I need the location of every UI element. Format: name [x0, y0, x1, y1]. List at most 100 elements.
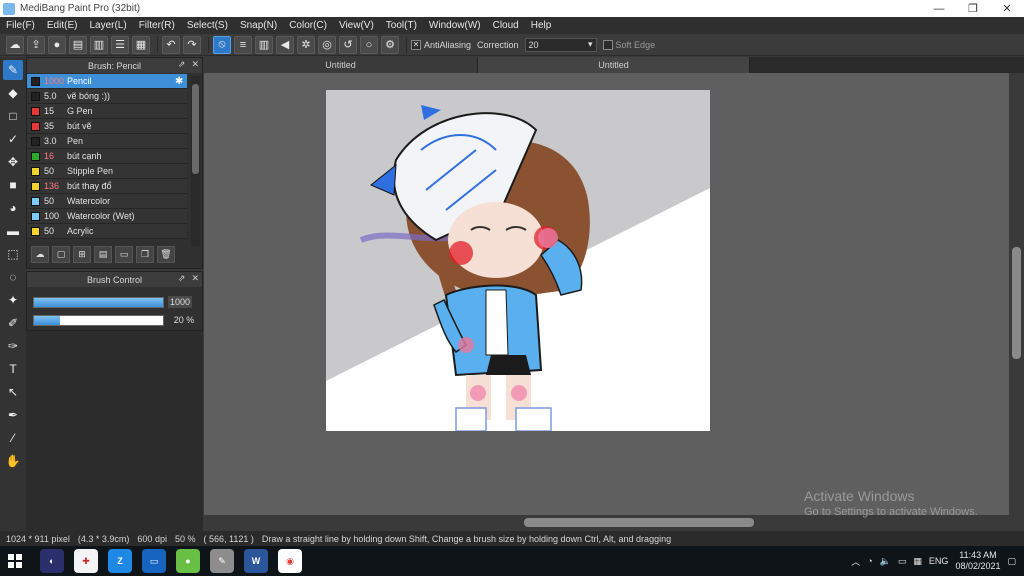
- volume-icon[interactable]: 🔈: [880, 556, 891, 567]
- menu-color[interactable]: Color(C): [289, 20, 327, 31]
- green-app-icon[interactable]: ●: [176, 549, 200, 573]
- snap-grid-icon[interactable]: ▥: [255, 35, 273, 54]
- add-brush-icon[interactable]: ⊞: [73, 245, 91, 263]
- rectangle-tool-icon[interactable]: □: [3, 106, 23, 126]
- close-icon[interactable]: ✕: [191, 273, 199, 284]
- gradient-tool-icon[interactable]: ▬: [3, 221, 23, 241]
- shape-tool-icon[interactable]: ■: [3, 175, 23, 195]
- move-tool-icon[interactable]: ✥: [3, 152, 23, 172]
- snap-settings-icon[interactable]: ⚙: [381, 35, 399, 54]
- brush-item[interactable]: 50 Watercolor: [27, 194, 187, 209]
- snap-curve-icon[interactable]: ↺: [339, 35, 357, 54]
- lasso-tool-icon[interactable]: ◌: [3, 267, 23, 287]
- snap-radial-icon[interactable]: ✲: [297, 35, 315, 54]
- eraser-tool-icon[interactable]: ◆: [3, 83, 23, 103]
- menu-select[interactable]: Select(S): [187, 20, 228, 31]
- undock-icon[interactable]: ⇗: [178, 59, 186, 70]
- comment-icon[interactable]: ●: [48, 35, 66, 54]
- menu-filter[interactable]: Filter(R): [139, 20, 175, 31]
- chrome-app-icon[interactable]: ◉: [278, 549, 302, 573]
- brush-item[interactable]: 35 bút vẽ: [27, 119, 187, 134]
- minimize-button[interactable]: —: [922, 0, 956, 17]
- horizontal-scroll-thumb[interactable]: [524, 518, 754, 527]
- close-button[interactable]: ✕: [990, 0, 1024, 17]
- store-app-icon[interactable]: ✚: [74, 549, 98, 573]
- tab-untitled-2[interactable]: Untitled: [478, 57, 750, 73]
- brush-size-value[interactable]: 1000: [168, 296, 192, 308]
- document-icon[interactable]: ▥: [90, 35, 108, 54]
- brush-item[interactable]: 50 Acrylic: [27, 224, 187, 239]
- start-button[interactable]: [0, 546, 30, 576]
- wifi-icon[interactable]: ◔: [867, 556, 872, 566]
- select-eraser-icon[interactable]: ✑: [3, 336, 23, 356]
- redo-icon[interactable]: ↷: [183, 35, 201, 54]
- vertical-scroll-thumb[interactable]: [1012, 247, 1021, 359]
- notification-icon[interactable]: ▢: [1007, 556, 1016, 567]
- snap-perspective-icon[interactable]: ◀: [276, 35, 294, 54]
- brush-item[interactable]: 136 bút thay đổ: [27, 179, 187, 194]
- chevron-up-icon[interactable]: ︿: [851, 555, 860, 568]
- snap-ring-icon[interactable]: ○: [360, 35, 378, 54]
- soft-edge-checkbox[interactable]: [602, 39, 613, 50]
- brush-item[interactable]: 16 bút cạnh: [27, 149, 187, 164]
- undock-icon[interactable]: ⇗: [178, 273, 186, 284]
- hand-tool-icon[interactable]: ✋: [3, 451, 23, 471]
- vertical-scrollbar[interactable]: [1009, 73, 1024, 515]
- menu-view[interactable]: View(V): [339, 20, 374, 31]
- list-icon[interactable]: ☰: [111, 35, 129, 54]
- word-app-icon[interactable]: W: [244, 549, 268, 573]
- menu-edit[interactable]: Edit(E): [47, 20, 78, 31]
- brush-opacity-slider[interactable]: [33, 314, 164, 326]
- brush-settings-gear-icon[interactable]: ✱: [175, 76, 187, 87]
- chat-icon[interactable]: ▤: [69, 35, 87, 54]
- brush-list-scrollbar[interactable]: [191, 76, 200, 246]
- calendar-icon[interactable]: ▦: [913, 556, 922, 567]
- close-icon[interactable]: ✕: [191, 59, 199, 70]
- menu-snap[interactable]: Snap(N): [240, 20, 277, 31]
- menu-file[interactable]: File(F): [6, 20, 35, 31]
- trash-icon[interactable]: 🗑: [157, 245, 175, 263]
- language-indicator[interactable]: ENG: [929, 556, 949, 566]
- menu-cloud[interactable]: Cloud: [493, 20, 519, 31]
- cloud-download-icon[interactable]: ☁: [31, 245, 49, 263]
- menu-tool[interactable]: Tool(T): [386, 20, 417, 31]
- zalo-app-icon[interactable]: Z: [108, 549, 132, 573]
- brush-item[interactable]: 15 G Pen: [27, 104, 187, 119]
- snap-off-icon[interactable]: ⦸: [213, 35, 231, 54]
- paint-app-icon[interactable]: ✎: [210, 549, 234, 573]
- clock[interactable]: 11:43 AM 08/02/2021: [955, 550, 1000, 572]
- fill-tool-icon[interactable]: ◕: [3, 198, 23, 218]
- eyedropper-icon[interactable]: ⁄: [3, 428, 23, 448]
- text-tool-icon[interactable]: T: [3, 359, 23, 379]
- divide-tool-icon[interactable]: ✒: [3, 405, 23, 425]
- folder-icon[interactable]: ▭: [115, 245, 133, 263]
- select-pen-icon[interactable]: ✐: [3, 313, 23, 333]
- undo-icon[interactable]: ↶: [162, 35, 180, 54]
- correction-select[interactable]: 20 ▾: [524, 37, 597, 52]
- game-app-icon[interactable]: ◐: [40, 549, 64, 573]
- new-brush-icon[interactable]: ▢: [52, 245, 70, 263]
- artboard[interactable]: [326, 90, 710, 431]
- brush-settings-icon[interactable]: ▤: [94, 245, 112, 263]
- menu-layer[interactable]: Layer(L): [89, 20, 126, 31]
- grid-icon[interactable]: ▦: [132, 35, 150, 54]
- menu-help[interactable]: Help: [531, 20, 552, 31]
- brush-item[interactable]: 3.0 Pen: [27, 134, 187, 149]
- snap-circle-icon[interactable]: ◎: [318, 35, 336, 54]
- maximize-button[interactable]: ❐: [956, 0, 990, 17]
- brush-size-slider[interactable]: [33, 296, 164, 308]
- snap-parallel-icon[interactable]: ≡: [234, 35, 252, 54]
- battery-icon[interactable]: ▭: [898, 556, 907, 567]
- magic-wand-icon[interactable]: ✦: [3, 290, 23, 310]
- select-tool-icon[interactable]: ⬚: [3, 244, 23, 264]
- canvas-area[interactable]: [204, 73, 1009, 515]
- brush-tool-icon[interactable]: ✎: [3, 60, 23, 80]
- menu-window[interactable]: Window(W): [429, 20, 481, 31]
- brush-item[interactable]: 50 Stipple Pen: [27, 164, 187, 179]
- operation-tool-icon[interactable]: ↖: [3, 382, 23, 402]
- antialiasing-checkbox[interactable]: ✕: [411, 39, 421, 50]
- upload-icon[interactable]: ⇪: [27, 35, 45, 54]
- laptop-app-icon[interactable]: ▭: [142, 549, 166, 573]
- tab-untitled-1[interactable]: Untitled: [204, 57, 478, 73]
- brush-item[interactable]: 100 Watercolor (Wet): [27, 209, 187, 224]
